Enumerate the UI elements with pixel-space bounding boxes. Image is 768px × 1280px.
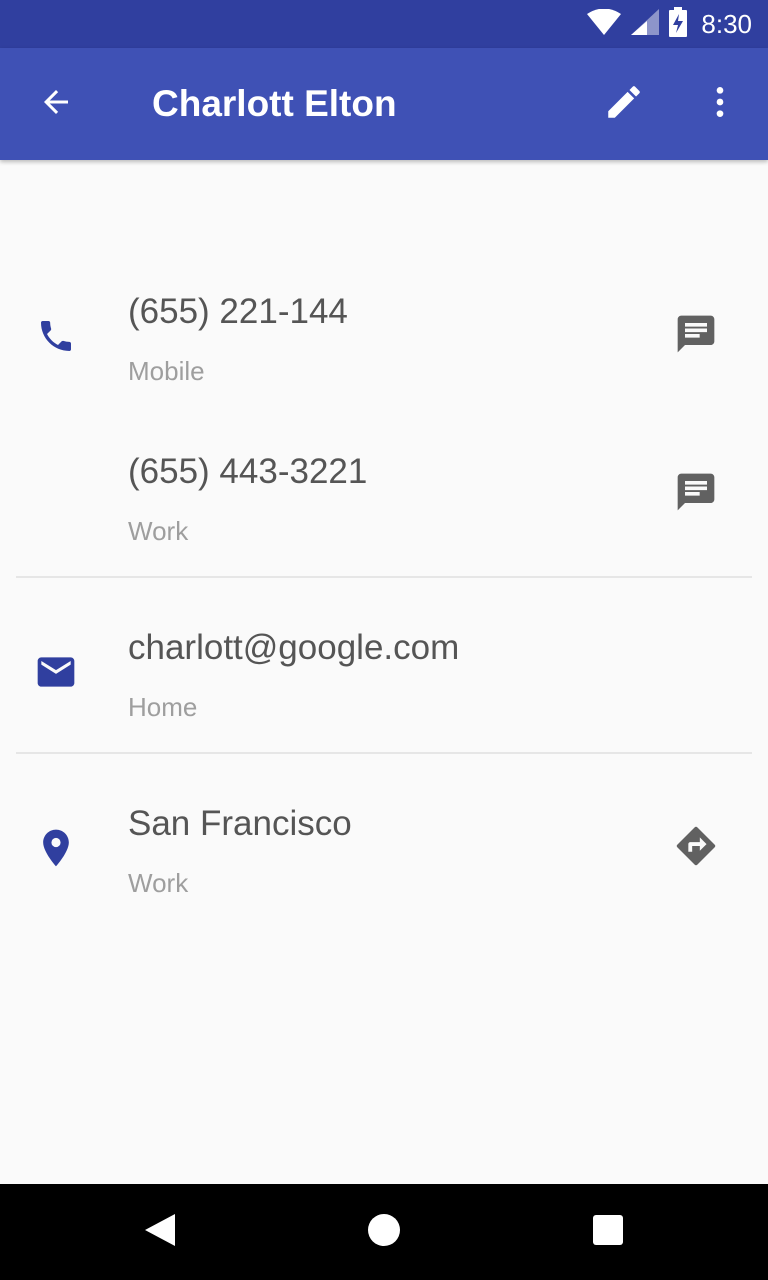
- battery-charging-icon: [669, 6, 688, 42]
- phone-number: (655) 443-3221: [128, 452, 368, 491]
- back-arrow-icon: [38, 84, 74, 125]
- more-options-button[interactable]: [692, 76, 748, 132]
- address-place: San Francisco: [128, 804, 352, 843]
- status-time: 8:30: [701, 8, 752, 39]
- back-button[interactable]: [28, 76, 84, 132]
- status-icons: 8:30: [587, 0, 752, 48]
- divider: [16, 752, 752, 754]
- email-row[interactable]: charlott@google.com Home: [0, 628, 768, 738]
- nav-recents-icon: [592, 1214, 624, 1251]
- directions-button[interactable]: [672, 824, 720, 872]
- email-label: Home: [128, 692, 198, 722]
- message-button[interactable]: [672, 470, 720, 518]
- phone-label: Work: [128, 516, 189, 546]
- nav-back-icon: [143, 1212, 177, 1253]
- address-label: Work: [128, 868, 189, 898]
- phone-label: Mobile: [128, 356, 205, 386]
- phone-number: (655) 221-144: [128, 292, 348, 331]
- nav-home-button[interactable]: [356, 1204, 412, 1260]
- more-vert-icon: [700, 82, 740, 127]
- location-pin-icon: [32, 824, 80, 872]
- edit-button[interactable]: [596, 76, 652, 132]
- phone-row-mobile[interactable]: (655) 221-144 Mobile: [0, 292, 768, 402]
- navigation-bar: [0, 1184, 768, 1280]
- message-icon: [674, 470, 718, 519]
- address-row[interactable]: San Francisco Work: [0, 804, 768, 914]
- wifi-icon: [587, 8, 622, 40]
- status-bar: 8:30: [0, 0, 768, 48]
- message-button[interactable]: [672, 312, 720, 360]
- message-icon: [674, 312, 718, 361]
- email-icon: [32, 648, 80, 696]
- nav-home-icon: [367, 1213, 401, 1252]
- phone-icon: [32, 312, 80, 360]
- app-bar: Charlott Elton: [0, 48, 768, 160]
- edit-pencil-icon: [603, 81, 645, 128]
- nav-recents-button[interactable]: [580, 1204, 636, 1260]
- nav-back-button[interactable]: [132, 1204, 188, 1260]
- cell-signal-icon: [631, 8, 660, 40]
- email-address: charlott@google.com: [128, 628, 460, 667]
- directions-icon: [673, 823, 719, 874]
- phone-row-work[interactable]: (655) 443-3221 Work: [0, 452, 768, 562]
- page-title: Charlott Elton: [152, 83, 397, 124]
- divider: [16, 576, 752, 578]
